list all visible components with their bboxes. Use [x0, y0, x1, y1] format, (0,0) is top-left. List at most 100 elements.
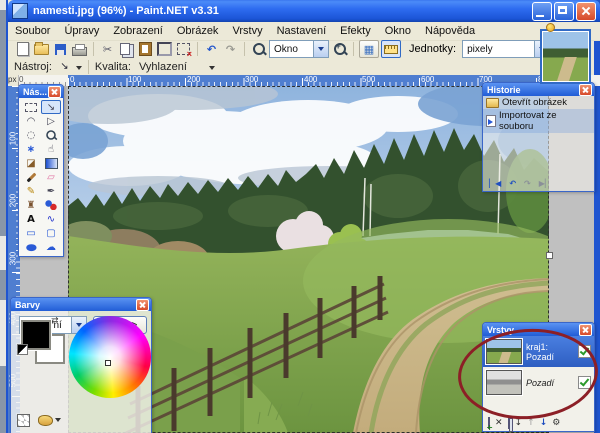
rectangle-select-icon: [25, 103, 37, 112]
palette-menu-button[interactable]: [38, 415, 61, 426]
line-curve-tool[interactable]: ∿: [41, 212, 61, 226]
clone-stamp-icon: ♜: [27, 200, 36, 211]
zoom-level-value: Okno: [270, 44, 313, 55]
rectangle-tool[interactable]: ▭: [21, 226, 41, 240]
history-item-label: Importovat ze souboru: [499, 110, 591, 132]
undo-button[interactable]: ↶: [203, 41, 220, 57]
move-layer-down-button[interactable]: ↓: [540, 418, 548, 428]
redo-button[interactable]: ↷: [222, 41, 239, 57]
zoom-tool[interactable]: [41, 128, 61, 142]
default-colors-icon[interactable]: [17, 344, 28, 355]
move-selection-tool[interactable]: ▷: [41, 114, 61, 128]
layer-properties-button[interactable]: ⚙: [552, 418, 560, 428]
zoom-in-button[interactable]: [331, 41, 348, 57]
vruler-label: 100: [9, 127, 18, 151]
delete-layer-button[interactable]: ✕: [495, 418, 503, 428]
deselect-button[interactable]: [175, 41, 192, 57]
paste-clipboard-icon: [139, 42, 152, 56]
zoom-tool-button[interactable]: [250, 41, 267, 57]
menu-obrazek[interactable]: Obrázek: [170, 23, 226, 39]
lasso-select-tool[interactable]: ◠: [21, 114, 41, 128]
rulers-toggle-button[interactable]: [381, 40, 401, 58]
clone-stamp-tool[interactable]: ♜: [21, 198, 41, 212]
new-document-button[interactable]: [14, 41, 31, 57]
add-layer-button[interactable]: [488, 418, 490, 428]
units-combobox[interactable]: pixely: [462, 40, 550, 58]
layers-close-icon[interactable]: [579, 324, 592, 336]
freeform-shape-tool[interactable]: ☁: [41, 240, 61, 254]
menu-zobrazeni[interactable]: Zobrazení: [106, 23, 170, 39]
colors-close-icon[interactable]: [136, 299, 149, 311]
menu-upravy[interactable]: Úpravy: [57, 23, 106, 39]
paintbrush-tool[interactable]: [21, 170, 41, 184]
move-pixels-tool[interactable]: ↘: [41, 100, 61, 114]
menu-efekty[interactable]: Efekty: [333, 23, 378, 39]
open-button[interactable]: [33, 41, 50, 57]
close-button[interactable]: [576, 2, 596, 21]
paste-button[interactable]: [137, 41, 154, 57]
history-undo-button[interactable]: ↶: [509, 179, 516, 188]
text-tool[interactable]: A: [21, 212, 41, 226]
colors-window-titlebar[interactable]: Barvy: [11, 298, 151, 311]
ellipse-tool[interactable]: ●: [21, 240, 41, 254]
copy-button[interactable]: [118, 41, 135, 57]
transparency-swatch-icon[interactable]: [17, 414, 30, 427]
main-toolbar: ✂ ↶ ↷ Okno ▦ Jednotky: pixely ▼: [8, 40, 600, 58]
save-button[interactable]: [52, 41, 69, 57]
menu-vrstvy[interactable]: Vrstvy: [225, 23, 269, 39]
gradient-tool[interactable]: [41, 156, 61, 170]
paintbrush-icon: [26, 172, 36, 182]
vruler-label: 300: [9, 247, 18, 271]
crop-button[interactable]: [156, 41, 173, 57]
rectangle-select-tool[interactable]: [21, 100, 41, 114]
swap-colors-icon[interactable]: ⇄: [51, 316, 59, 326]
title-bar[interactable]: namesti.jpg (96%) - Paint.NET v3.31: [8, 0, 600, 22]
history-close-icon[interactable]: [579, 84, 592, 96]
print-icon: [72, 47, 87, 56]
menu-soubor[interactable]: Soubor: [8, 23, 57, 39]
units-label: Jednotky:: [409, 43, 456, 55]
recolor-tool[interactable]: [41, 198, 61, 212]
history-item-open[interactable]: Otevřít obrázek: [483, 96, 594, 109]
colors-window-title: Barvy: [15, 300, 40, 310]
selection-handle[interactable]: [546, 252, 553, 259]
history-item-import[interactable]: Importovat ze souboru: [483, 109, 594, 133]
quality-caret-icon[interactable]: [209, 66, 215, 73]
minimize-button[interactable]: [532, 2, 552, 21]
combobox-caret-icon[interactable]: [313, 41, 328, 57]
pan-tool[interactable]: ☝: [41, 142, 61, 156]
history-rewind-button[interactable]: ▏◀: [489, 179, 501, 188]
cut-button[interactable]: ✂: [99, 41, 116, 57]
rounded-rectangle-tool[interactable]: ▢: [41, 226, 61, 240]
ruler-image-extent: 0 100 200 300 400 500 600 700 800: [68, 75, 549, 86]
zoom-level-combobox[interactable]: Okno: [269, 40, 329, 58]
menu-nastaveni[interactable]: Nastavení: [270, 23, 334, 39]
magic-wand-tool[interactable]: ∗: [21, 142, 41, 156]
history-end-button[interactable]: ▶▏: [539, 179, 551, 188]
tool-dropdown-caret-icon[interactable]: [76, 66, 82, 73]
tools-window-titlebar[interactable]: Nás...: [19, 85, 63, 98]
hruler-label: 300: [245, 75, 258, 84]
color-wheel[interactable]: [69, 316, 151, 398]
print-button[interactable]: [71, 41, 88, 57]
current-tool-button[interactable]: ↘: [56, 59, 73, 75]
eraser-tool[interactable]: ▱: [41, 170, 61, 184]
paint-bucket-tool[interactable]: ◪: [21, 156, 41, 170]
color-picker-tool[interactable]: ✒: [41, 184, 61, 198]
history-window-title: Historie: [487, 85, 521, 95]
tools-close-icon[interactable]: [48, 86, 61, 98]
ellipse-select-tool[interactable]: ◌: [21, 128, 41, 142]
maximize-button[interactable]: [554, 2, 574, 21]
hruler-label: 400: [304, 75, 317, 84]
menu-napoveda[interactable]: Nápověda: [418, 23, 482, 39]
menu-okno[interactable]: Okno: [378, 23, 418, 39]
pencil-tool[interactable]: ✎: [21, 184, 41, 198]
new-document-icon: [17, 42, 29, 56]
document-thumbnail-tab[interactable]: [540, 29, 591, 84]
history-redo-button[interactable]: ↷: [524, 179, 531, 188]
toolbar-separator: [244, 42, 245, 56]
grid-toggle-button[interactable]: ▦: [359, 40, 379, 58]
duplicate-layer-button[interactable]: [508, 418, 510, 428]
quality-value[interactable]: Vyhlazení: [139, 61, 187, 73]
history-window-titlebar[interactable]: Historie: [483, 83, 594, 96]
